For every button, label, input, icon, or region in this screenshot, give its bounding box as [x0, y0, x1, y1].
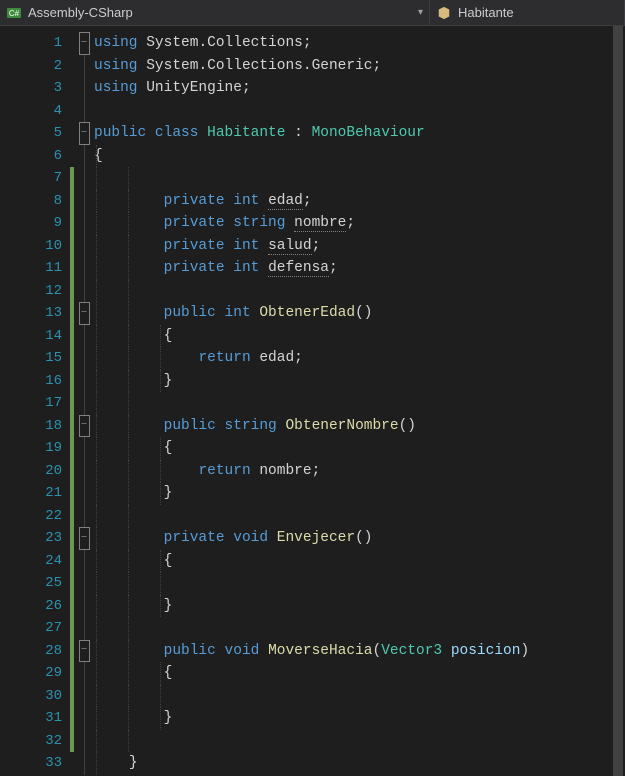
class-dropdown-label: Habitante — [458, 5, 514, 20]
fold-toggle[interactable]: − — [79, 32, 90, 55]
line-number: 21 — [0, 482, 62, 505]
code-line[interactable]: using System.Collections; — [94, 32, 625, 55]
code-line[interactable] — [94, 685, 625, 708]
code-editor[interactable]: 1234567891011121314151617181920212223242… — [0, 26, 625, 776]
line-number: 25 — [0, 572, 62, 595]
code-line[interactable]: using System.Collections.Generic; — [94, 55, 625, 78]
code-line[interactable]: public int ObtenerEdad() — [94, 302, 625, 325]
line-number: 8 — [0, 190, 62, 213]
line-number: 20 — [0, 460, 62, 483]
navigation-bar: C# Assembly-CSharp ▾ Habitante — [0, 0, 625, 26]
line-number: 5 — [0, 122, 62, 145]
fold-toggle[interactable]: − — [79, 302, 90, 325]
code-line[interactable]: using UnityEngine; — [94, 77, 625, 100]
code-line[interactable]: private void Envejecer() — [94, 527, 625, 550]
project-dropdown[interactable]: C# Assembly-CSharp ▾ — [0, 0, 430, 25]
code-line[interactable]: } — [94, 595, 625, 618]
line-number: 32 — [0, 730, 62, 753]
code-line[interactable]: public class Habitante : MonoBehaviour — [94, 122, 625, 145]
line-number: 16 — [0, 370, 62, 393]
code-area[interactable]: using System.Collections;using System.Co… — [94, 26, 625, 776]
line-number: 14 — [0, 325, 62, 348]
code-line[interactable] — [94, 572, 625, 595]
line-number: 17 — [0, 392, 62, 415]
line-number-gutter: 1234567891011121314151617181920212223242… — [0, 26, 70, 776]
code-line[interactable] — [94, 167, 625, 190]
code-line[interactable] — [94, 730, 625, 753]
line-number: 22 — [0, 505, 62, 528]
line-number: 11 — [0, 257, 62, 280]
code-line[interactable]: } — [94, 370, 625, 393]
code-line[interactable] — [94, 280, 625, 303]
class-icon — [436, 5, 452, 21]
line-number: 18 — [0, 415, 62, 438]
code-line[interactable]: return nombre; — [94, 460, 625, 483]
line-number: 13 — [0, 302, 62, 325]
fold-toggle[interactable]: − — [79, 640, 90, 663]
fold-toggle[interactable]: − — [79, 527, 90, 550]
code-line[interactable]: { — [94, 662, 625, 685]
code-line[interactable]: private int salud; — [94, 235, 625, 258]
line-number: 30 — [0, 685, 62, 708]
fold-toggle[interactable]: − — [79, 415, 90, 438]
code-line[interactable]: } — [94, 752, 625, 775]
fold-column: − − − − − − — [74, 26, 94, 776]
code-line[interactable] — [94, 505, 625, 528]
code-line[interactable]: { — [94, 325, 625, 348]
line-number: 4 — [0, 100, 62, 123]
line-number: 1 — [0, 32, 62, 55]
line-number: 12 — [0, 280, 62, 303]
code-line[interactable]: private int edad; — [94, 190, 625, 213]
scrollbar-thumb[interactable] — [613, 26, 623, 776]
code-line[interactable]: { — [94, 550, 625, 573]
line-number: 27 — [0, 617, 62, 640]
line-number: 15 — [0, 347, 62, 370]
line-number: 3 — [0, 77, 62, 100]
code-line[interactable] — [94, 617, 625, 640]
code-line[interactable]: public void MoverseHacia(Vector3 posicio… — [94, 640, 625, 663]
chevron-down-icon: ▾ — [418, 7, 423, 18]
code-line[interactable]: } — [94, 482, 625, 505]
code-line[interactable]: public string ObtenerNombre() — [94, 415, 625, 438]
class-dropdown[interactable]: Habitante — [430, 0, 625, 25]
project-dropdown-label: Assembly-CSharp — [28, 5, 133, 20]
svg-text:C#: C# — [9, 9, 20, 18]
line-number: 10 — [0, 235, 62, 258]
code-line[interactable]: { — [94, 437, 625, 460]
code-line[interactable] — [94, 100, 625, 123]
line-number: 19 — [0, 437, 62, 460]
code-line[interactable]: } — [94, 707, 625, 730]
code-line[interactable]: private int defensa; — [94, 257, 625, 280]
line-number: 23 — [0, 527, 62, 550]
code-line[interactable]: private string nombre; — [94, 212, 625, 235]
code-line[interactable]: return edad; — [94, 347, 625, 370]
line-number: 24 — [0, 550, 62, 573]
line-number: 31 — [0, 707, 62, 730]
vertical-scrollbar[interactable] — [611, 26, 625, 776]
fold-toggle[interactable]: − — [79, 122, 90, 145]
line-number: 33 — [0, 752, 62, 775]
line-number: 6 — [0, 145, 62, 168]
csharp-project-icon: C# — [6, 5, 22, 21]
line-number: 9 — [0, 212, 62, 235]
line-number: 26 — [0, 595, 62, 618]
line-number: 28 — [0, 640, 62, 663]
code-line[interactable] — [94, 392, 625, 415]
code-line[interactable]: { — [94, 145, 625, 168]
line-number: 29 — [0, 662, 62, 685]
line-number: 7 — [0, 167, 62, 190]
line-number: 2 — [0, 55, 62, 78]
